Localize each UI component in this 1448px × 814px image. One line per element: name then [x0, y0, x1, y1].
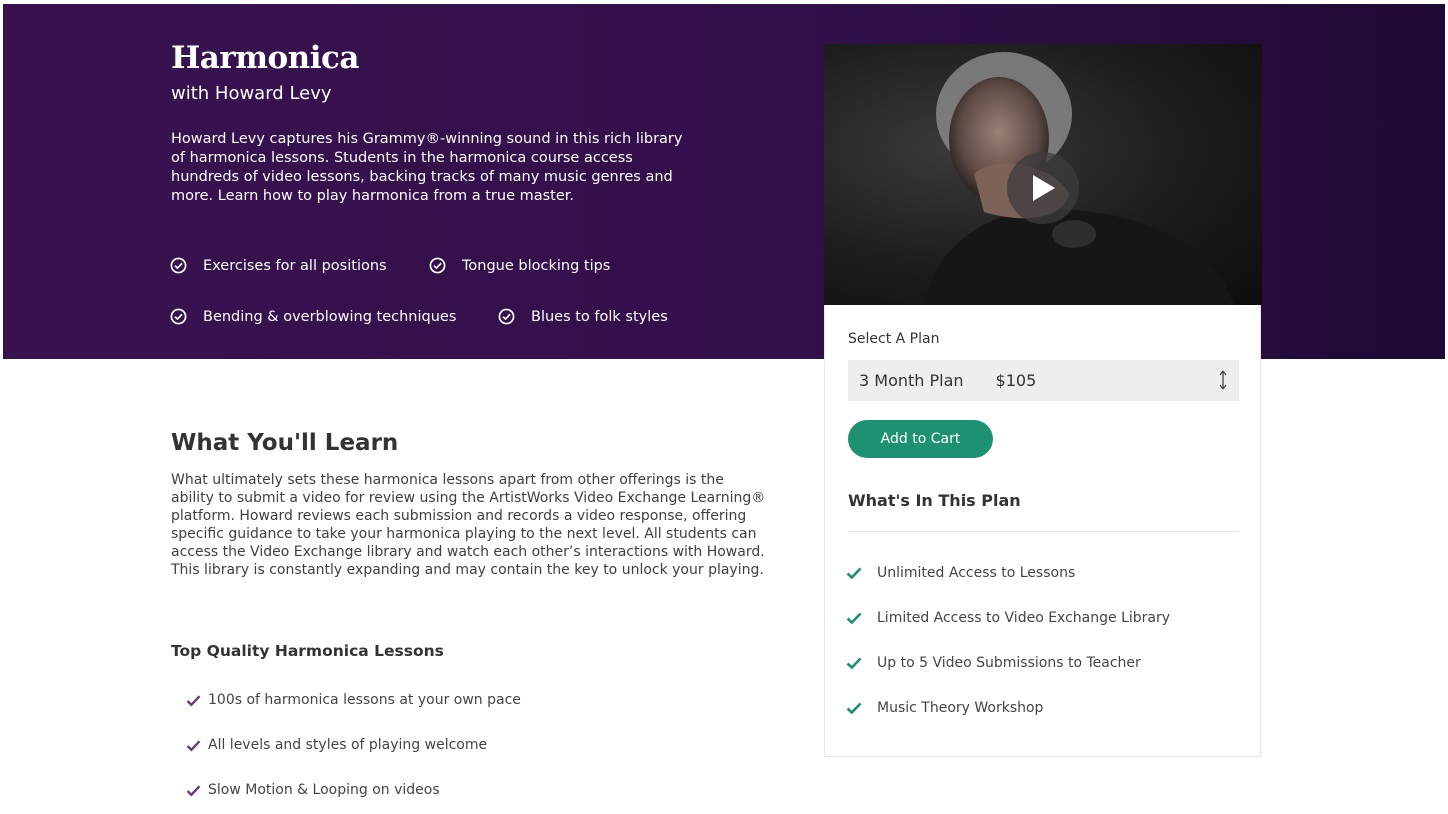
- plan-feature-item: Music Theory Workshop: [846, 700, 1043, 716]
- feature-item: Tongue blocking tips: [429, 257, 610, 274]
- quality-list-item: 100s of harmonica lessons at your own pa…: [186, 692, 521, 708]
- check-icon: [846, 567, 862, 580]
- check-icon: [846, 612, 862, 625]
- plan-feature-item: Up to 5 Video Submissions to Teacher: [846, 655, 1141, 671]
- plan-feature-label: Unlimited Access to Lessons: [877, 565, 1076, 581]
- play-button[interactable]: [1007, 152, 1079, 224]
- course-video-player[interactable]: [824, 44, 1262, 305]
- quality-item-label: Slow Motion & Looping on videos: [208, 782, 440, 798]
- check-circle-icon: [498, 308, 515, 325]
- feature-label: Exercises for all positions: [203, 257, 387, 274]
- check-icon: [846, 657, 862, 670]
- check-icon: [186, 694, 201, 707]
- learn-section-title: What You'll Learn: [171, 430, 399, 456]
- plan-feature-label: Limited Access to Video Exchange Library: [877, 610, 1171, 626]
- feature-item: Bending & overblowing techniques: [170, 308, 456, 325]
- plan-card: Select A Plan 3 Month Plan $105 Add to C…: [824, 305, 1261, 757]
- play-icon: [1033, 175, 1055, 201]
- selected-plan-name: 3 Month Plan: [859, 371, 964, 390]
- check-icon: [186, 739, 201, 752]
- quality-section-title: Top Quality Harmonica Lessons: [171, 642, 444, 660]
- instructor-subtitle: with Howard Levy: [171, 83, 332, 104]
- quality-item-label: All levels and styles of playing welcome: [208, 737, 488, 753]
- check-circle-icon: [170, 308, 187, 325]
- feature-label: Bending & overblowing techniques: [203, 308, 457, 325]
- divider: [848, 531, 1239, 532]
- up-down-arrow-icon: [1219, 370, 1227, 390]
- feature-label: Tongue blocking tips: [462, 257, 611, 274]
- learn-section-body: What ultimately sets these harmonica les…: [171, 472, 766, 578]
- plan-select[interactable]: 3 Month Plan $105: [848, 360, 1239, 401]
- select-plan-label: Select A Plan: [848, 331, 940, 347]
- page-title: Harmonica: [171, 40, 359, 76]
- plan-includes-heading: What's In This Plan: [848, 491, 1021, 510]
- plan-feature-label: Music Theory Workshop: [877, 700, 1044, 716]
- check-icon: [846, 702, 862, 715]
- selected-plan-price: $105: [995, 371, 1037, 390]
- course-description: Howard Levy captures his Grammy®-winning…: [171, 131, 683, 204]
- feature-item: Blues to folk styles: [498, 308, 668, 325]
- check-circle-icon: [429, 257, 446, 274]
- check-circle-icon: [170, 257, 187, 274]
- feature-item: Exercises for all positions: [170, 257, 387, 274]
- quality-item-label: 100s of harmonica lessons at your own pa…: [208, 692, 521, 708]
- plan-feature-item: Limited Access to Video Exchange Library: [846, 610, 1170, 626]
- check-icon: [186, 784, 201, 797]
- plan-feature-item: Unlimited Access to Lessons: [846, 565, 1075, 581]
- quality-list-item: All levels and styles of playing welcome: [186, 737, 487, 753]
- feature-label: Blues to folk styles: [531, 308, 668, 325]
- quality-list-item: Slow Motion & Looping on videos: [186, 782, 440, 798]
- add-to-cart-button[interactable]: Add to Cart: [848, 420, 993, 458]
- plan-feature-label: Up to 5 Video Submissions to Teacher: [877, 655, 1141, 671]
